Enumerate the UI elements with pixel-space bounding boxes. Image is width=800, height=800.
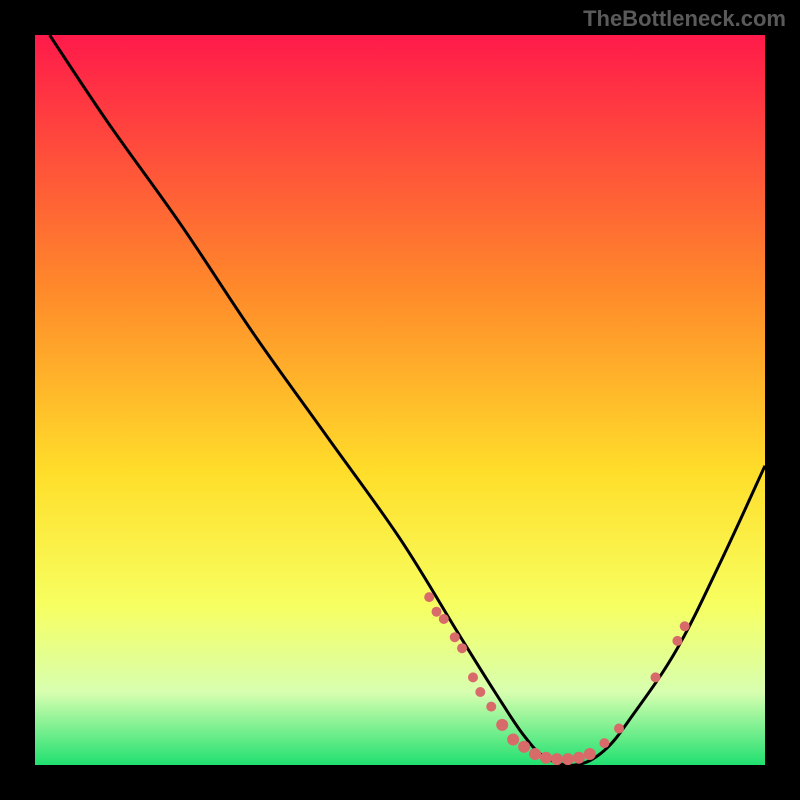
marker-point — [573, 752, 585, 764]
marker-point — [680, 621, 690, 631]
marker-point — [540, 752, 552, 764]
marker-point — [496, 719, 508, 731]
watermark-text: TheBottleneck.com — [583, 6, 786, 32]
marker-point — [450, 632, 460, 642]
marker-point — [518, 741, 530, 753]
marker-point — [507, 733, 519, 745]
marker-point — [529, 748, 541, 760]
marker-point — [584, 748, 596, 760]
marker-point — [614, 724, 624, 734]
marker-point — [432, 607, 442, 617]
marker-point — [439, 614, 449, 624]
chart-svg — [35, 35, 765, 765]
chart-canvas — [35, 35, 765, 765]
marker-point — [424, 592, 434, 602]
marker-point — [562, 753, 574, 765]
marker-point — [468, 672, 478, 682]
marker-point — [486, 702, 496, 712]
marker-point — [457, 643, 467, 653]
marker-point — [651, 672, 661, 682]
marker-point — [551, 753, 563, 765]
gradient-background — [35, 35, 765, 765]
marker-point — [599, 738, 609, 748]
marker-point — [672, 636, 682, 646]
marker-point — [475, 687, 485, 697]
